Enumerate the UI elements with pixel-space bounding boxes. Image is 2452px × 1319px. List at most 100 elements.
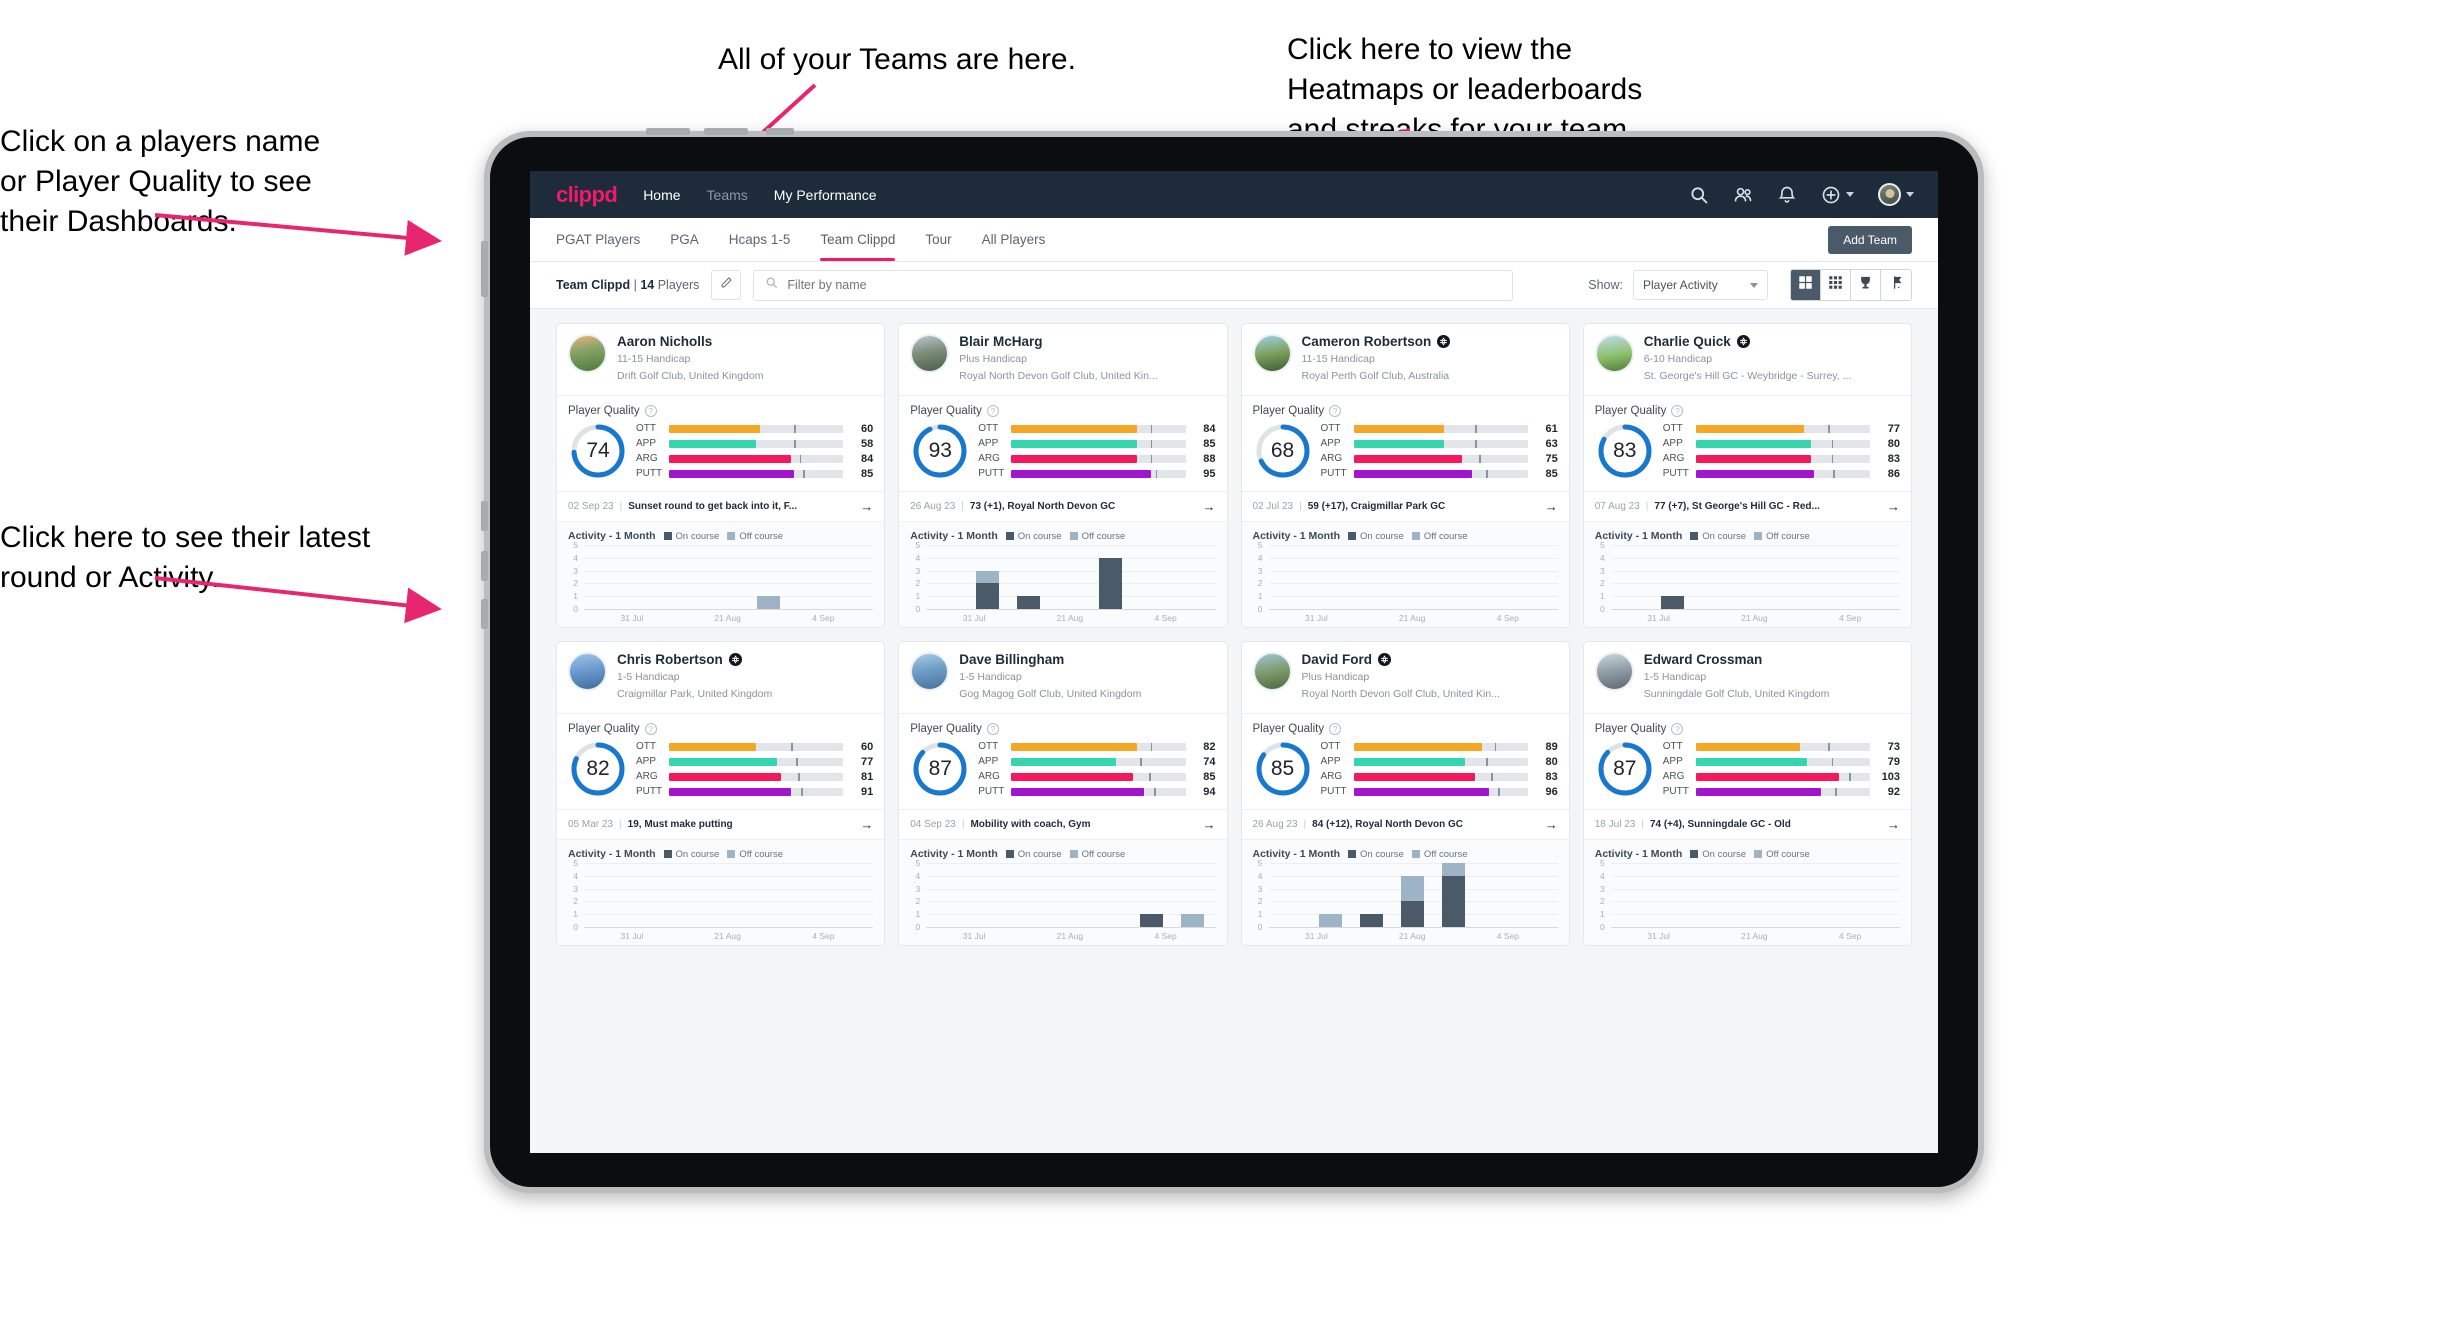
player-card[interactable]: Aaron Nicholls 11-15 Handicap Drift Golf C… bbox=[556, 323, 886, 629]
help-icon[interactable]: ? bbox=[986, 405, 999, 418]
latest-round-row[interactable]: 07 Aug 23 | 77 (+7), St George's Hill GC -… bbox=[1583, 491, 1911, 521]
avatar[interactable] bbox=[1878, 183, 1901, 206]
arrow-right-icon[interactable]: → bbox=[1539, 817, 1558, 832]
arrow-right-icon[interactable]: → bbox=[1197, 817, 1216, 832]
add-menu[interactable] bbox=[1821, 185, 1854, 205]
player-quality-section[interactable]: Player Quality? 82 OTT 60 APP 77 ARG 81 PUTT 91 bbox=[557, 713, 885, 809]
latest-round-row[interactable]: 18 Jul 23 | 74 (+4), Sunningdale GC - Old → bbox=[1583, 809, 1911, 839]
player-quality-section[interactable]: Player Quality? 85 OTT 89 APP 80 ARG 83 PUTT 96 bbox=[1241, 713, 1569, 809]
player-quality-section[interactable]: Player Quality? 93 OTT 84 APP 85 ARG 88 PUTT 95 bbox=[899, 395, 1227, 491]
player-card-header[interactable]: Edward Crossman 1-5 Handicap Sunningdale G… bbox=[1584, 642, 1911, 713]
arrow-right-icon[interactable]: → bbox=[854, 817, 873, 832]
player-quality-section[interactable]: Player Quality? 87 OTT 82 APP 74 ARG 85 PUTT 94 bbox=[899, 713, 1227, 809]
nav-link-teams[interactable]: Teams bbox=[707, 187, 748, 203]
player-card[interactable]: Charlie Quick 6-10 Handicap St. George's H… bbox=[1582, 323, 1912, 629]
chart-bar-slot bbox=[830, 545, 871, 609]
player-card-header[interactable]: Charlie Quick 6-10 Handicap St. George's H… bbox=[1584, 324, 1911, 395]
chevron-down-icon[interactable] bbox=[1846, 192, 1854, 197]
player-card-header[interactable]: Cameron Robertson 11-15 Handicap Royal Per… bbox=[1242, 324, 1569, 395]
quality-metric-row: OTT 82 bbox=[978, 741, 1215, 753]
latest-round-row[interactable]: 04 Sep 23 | Mobility with coach, Gym → bbox=[899, 809, 1227, 839]
clippd-logo[interactable]: clippd bbox=[556, 182, 618, 208]
search-icon[interactable] bbox=[1689, 185, 1709, 205]
search-icon bbox=[765, 276, 778, 294]
player-name[interactable]: Charlie Quick bbox=[1644, 334, 1900, 350]
chart-y-tick-label: 2 bbox=[573, 896, 578, 907]
search-field[interactable] bbox=[753, 269, 1514, 301]
avatar bbox=[1252, 652, 1292, 692]
arrow-right-icon[interactable]: → bbox=[1881, 817, 1900, 832]
view-grid-small-button[interactable] bbox=[1821, 270, 1851, 300]
profile-menu[interactable] bbox=[1878, 183, 1914, 206]
bell-icon[interactable] bbox=[1777, 185, 1797, 205]
view-leaderboard-button[interactable] bbox=[1851, 270, 1881, 300]
nav-link-home[interactable]: Home bbox=[643, 187, 680, 203]
chart-bar-slot bbox=[1131, 863, 1172, 928]
player-name[interactable]: David Ford bbox=[1302, 652, 1558, 668]
tab-tour[interactable]: Tour bbox=[925, 218, 951, 261]
view-grid-large-button[interactable] bbox=[1791, 270, 1821, 300]
chart-y-tick-label: 5 bbox=[1600, 540, 1605, 551]
help-icon[interactable]: ? bbox=[1329, 405, 1342, 418]
player-quality-section[interactable]: Player Quality? 74 OTT 60 APP 58 ARG 84 PUTT 85 bbox=[557, 395, 885, 491]
player-name[interactable]: Chris Robertson bbox=[617, 652, 873, 668]
player-name[interactable]: Edward Crossman bbox=[1644, 652, 1900, 668]
arrow-right-icon[interactable]: → bbox=[1197, 499, 1216, 514]
player-name[interactable]: Blair McHarg bbox=[959, 334, 1215, 350]
player-card-header[interactable]: Blair McHarg Plus Handicap Royal North Dev… bbox=[899, 324, 1226, 395]
arrow-right-icon[interactable]: → bbox=[1881, 499, 1900, 514]
help-icon[interactable]: ? bbox=[644, 405, 657, 418]
arrow-right-icon[interactable]: → bbox=[1539, 499, 1558, 514]
player-name[interactable]: Cameron Robertson bbox=[1302, 334, 1558, 350]
tab-pgat-players[interactable]: PGAT Players bbox=[556, 218, 640, 261]
latest-round-row[interactable]: 26 Aug 23 | 84 (+12), Royal North Devon GC… bbox=[1241, 809, 1569, 839]
tab-all-players[interactable]: All Players bbox=[982, 218, 1046, 261]
player-card[interactable]: Dave Billingham 1-5 Handicap Gog Magog Gol… bbox=[898, 641, 1228, 947]
player-card[interactable]: Cameron Robertson 11-15 Handicap Royal Per… bbox=[1240, 323, 1570, 629]
people-icon[interactable] bbox=[1733, 185, 1753, 205]
edit-team-button[interactable] bbox=[711, 270, 742, 300]
metric-value: 103 bbox=[1881, 770, 1900, 783]
player-card[interactable]: Blair McHarg Plus Handicap Royal North Dev… bbox=[898, 323, 1228, 629]
player-card-header[interactable]: Chris Robertson 1-5 Handicap Craigmillar P… bbox=[557, 642, 884, 713]
view-mode-group bbox=[1790, 269, 1912, 301]
arrow-right-icon[interactable]: → bbox=[854, 499, 873, 514]
latest-round-row[interactable]: 02 Sep 23 | Sunset round to get back into … bbox=[557, 491, 885, 521]
player-name[interactable]: Dave Billingham bbox=[959, 652, 1215, 668]
help-icon[interactable]: ? bbox=[1329, 723, 1342, 736]
player-name[interactable]: Aaron Nicholls bbox=[617, 334, 873, 350]
view-course-button[interactable] bbox=[1881, 270, 1911, 300]
player-quality-section[interactable]: Player Quality? 87 OTT 73 APP 79 ARG 103 PUTT 92 bbox=[1583, 713, 1911, 809]
activity-chart-title: Activity - 1 Month bbox=[910, 530, 998, 543]
latest-round-row[interactable]: 02 Jul 23 | 59 (+17), Craigmillar Park GC → bbox=[1241, 491, 1569, 521]
player-quality-section[interactable]: Player Quality? 83 OTT 77 APP 80 ARG 83 PUTT 86 bbox=[1583, 395, 1911, 491]
player-card-header[interactable]: David Ford Plus Handicap Royal North Devon… bbox=[1242, 642, 1569, 713]
quality-score-ring: 87 bbox=[1595, 739, 1655, 799]
latest-round-row[interactable]: 26 Aug 23 | 73 (+1), Royal North Devon GC → bbox=[899, 491, 1227, 521]
search-input[interactable] bbox=[787, 278, 1502, 292]
player-card-header[interactable]: Dave Billingham 1-5 Handicap Gog Magog Gol… bbox=[899, 642, 1226, 713]
tab-hcaps-1-5[interactable]: Hcaps 1-5 bbox=[729, 218, 791, 261]
show-select[interactable]: Player Activity bbox=[1633, 270, 1768, 300]
add-team-button[interactable]: Add Team bbox=[1828, 225, 1912, 254]
tab-team-clippd[interactable]: Team Clippd bbox=[820, 218, 896, 261]
help-icon[interactable]: ? bbox=[986, 723, 999, 736]
latest-round-row[interactable]: 05 Mar 23 | 19, Must make putting → bbox=[557, 809, 885, 839]
metric-value: 92 bbox=[1887, 785, 1900, 798]
player-card[interactable]: Chris Robertson 1-5 Handicap Craigmillar P… bbox=[556, 641, 886, 947]
player-name-text: Dave Billingham bbox=[959, 652, 1065, 668]
player-quality-section[interactable]: Player Quality? 68 OTT 61 APP 63 ARG 75 PUTT 85 bbox=[1241, 395, 1569, 491]
help-icon[interactable]: ? bbox=[1671, 723, 1684, 736]
player-card-header[interactable]: Aaron Nicholls 11-15 Handicap Drift Golf C… bbox=[557, 324, 884, 395]
player-card[interactable]: Edward Crossman 1-5 Handicap Sunningdale G… bbox=[1582, 641, 1912, 947]
player-card[interactable]: David Ford Plus Handicap Royal North Devon… bbox=[1240, 641, 1570, 947]
help-icon[interactable]: ? bbox=[644, 723, 657, 736]
chart-bar-slot bbox=[1351, 545, 1392, 609]
screenshot-root: All of your Teams are here. Click here t… bbox=[0, 0, 2452, 1319]
nav-link-my-performance[interactable]: My Performance bbox=[774, 187, 877, 203]
help-icon[interactable]: ? bbox=[1671, 405, 1684, 418]
metric-value: 89 bbox=[1545, 740, 1558, 753]
tab-pga[interactable]: PGA bbox=[670, 218, 699, 261]
plus-circle-icon[interactable] bbox=[1821, 185, 1841, 205]
chevron-down-icon[interactable] bbox=[1906, 192, 1914, 197]
